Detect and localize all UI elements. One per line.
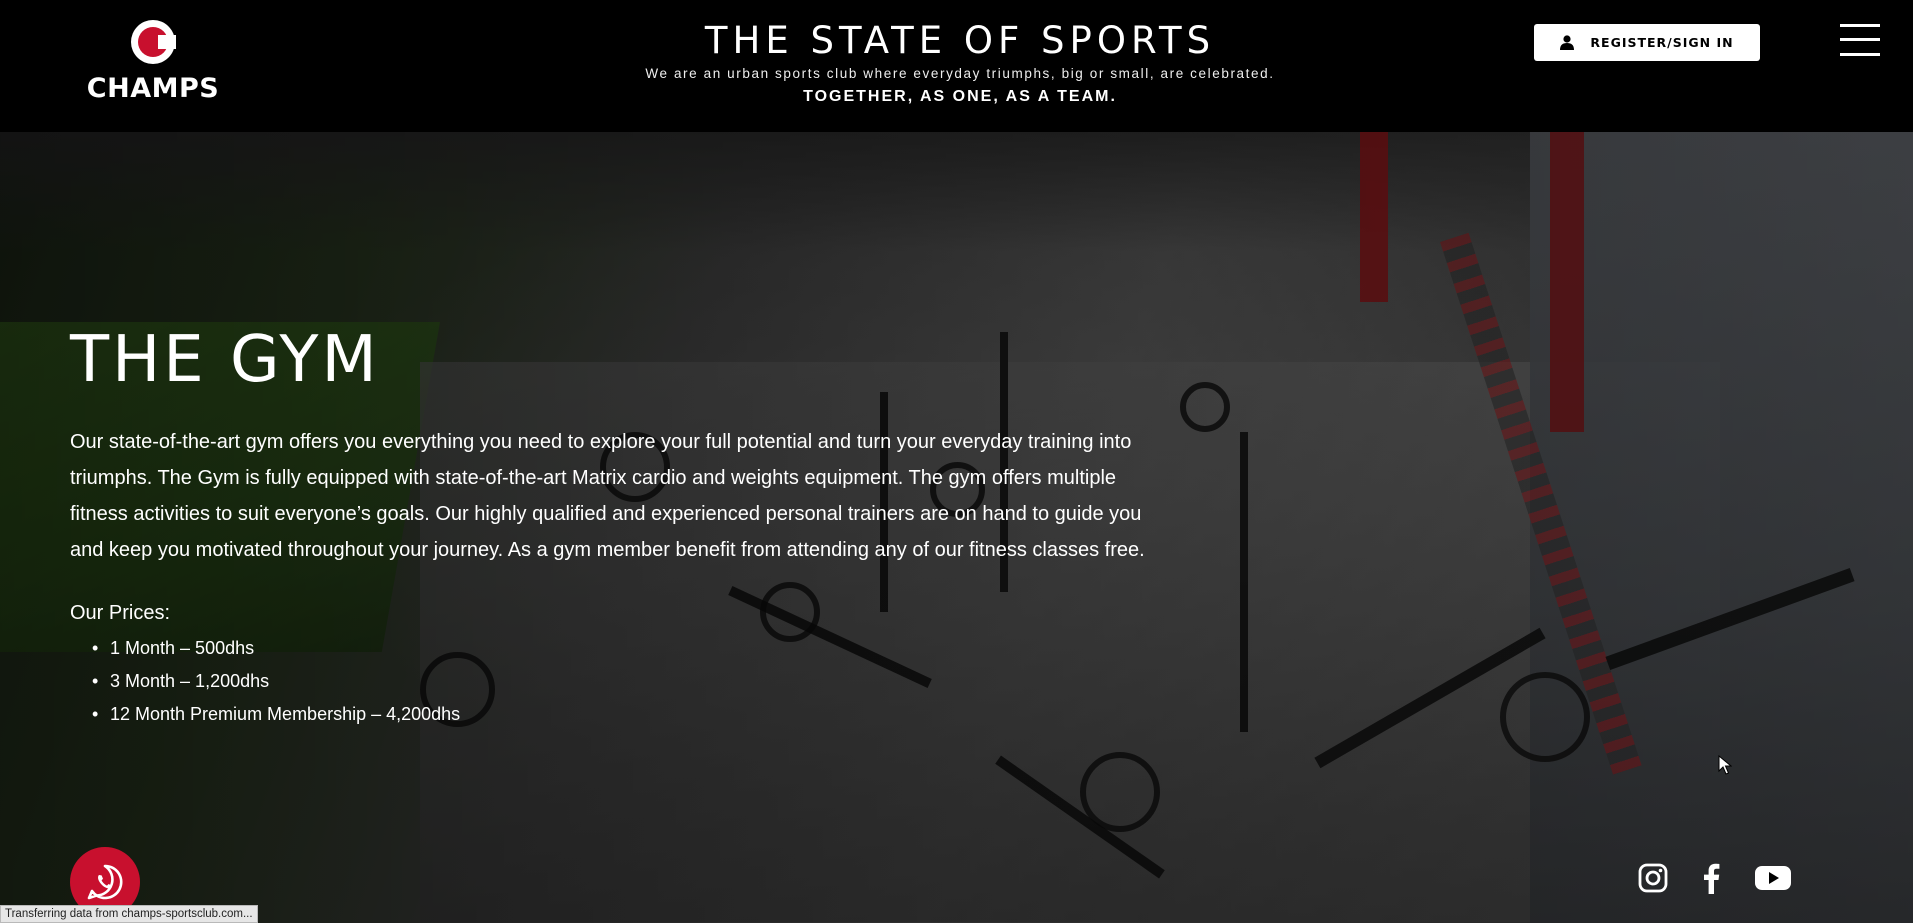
facebook-icon[interactable] [1696, 862, 1728, 894]
hamburger-menu-icon[interactable] [1840, 22, 1880, 58]
mouse-cursor-icon [1718, 755, 1732, 775]
gym-hero: THE GYM Our state-of-the-art gym offers … [0, 132, 1913, 923]
user-icon [1560, 35, 1575, 50]
gym-content: THE GYM Our state-of-the-art gym offers … [70, 324, 1170, 731]
instagram-icon[interactable] [1637, 862, 1669, 894]
site-header: CHAMPS THE STATE OF SPORTS We are an urb… [0, 0, 1913, 132]
site-subtitle: We are an urban sports club where everyd… [645, 66, 1275, 81]
champs-logo-icon [131, 20, 176, 64]
youtube-icon[interactable] [1754, 862, 1792, 894]
page-title: THE GYM [70, 323, 380, 397]
price-item: 3 Month – 1,200dhs [70, 665, 1170, 698]
price-list: 1 Month – 500dhs 3 Month – 1,200dhs 12 M… [70, 632, 1170, 731]
site-motto: TOGETHER, AS ONE, AS A TEAM. [803, 88, 1117, 105]
site-title: THE STATE OF SPORTS [704, 19, 1216, 62]
header-tagline: THE STATE OF SPORTS We are an urban spor… [560, 20, 1360, 108]
champs-logo[interactable]: CHAMPS [70, 19, 236, 104]
browser-status-bar: Transferring data from champs-sportsclub… [0, 905, 258, 923]
prices-heading: Our Prices: [70, 602, 171, 624]
logo-text: CHAMPS [86, 73, 220, 104]
whatsapp-icon [87, 864, 123, 900]
register-sign-in-button[interactable]: REGISTER/SIGN IN [1534, 24, 1760, 61]
price-item: 12 Month Premium Membership – 4,200dhs [70, 698, 1170, 731]
gym-description: Our state-of-the-art gym offers you ever… [70, 431, 1145, 561]
register-label: REGISTER/SIGN IN [1590, 35, 1734, 50]
price-item: 1 Month – 500dhs [70, 632, 1170, 665]
